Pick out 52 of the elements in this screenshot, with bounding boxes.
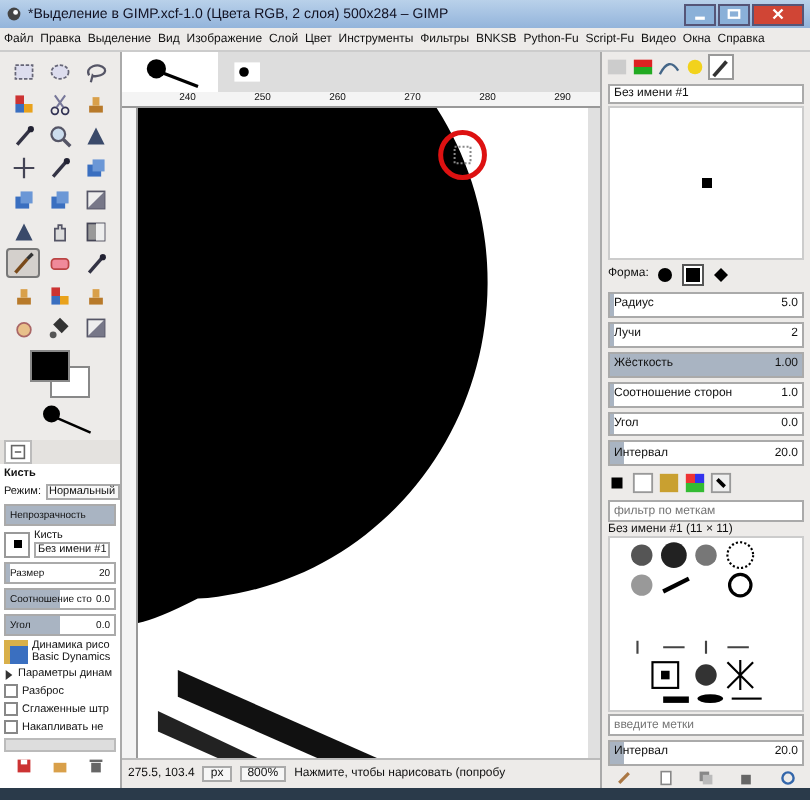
gradient-icon xyxy=(83,219,107,243)
scrollbar[interactable] xyxy=(588,108,600,758)
checkbox[interactable] xyxy=(4,720,18,734)
cross-icon xyxy=(11,155,35,179)
magnifier-icon xyxy=(47,123,71,147)
app-icon xyxy=(6,6,22,22)
checkbox[interactable] xyxy=(4,702,18,716)
edit-icon[interactable] xyxy=(616,769,633,786)
new-icon[interactable] xyxy=(657,769,674,786)
shape-button[interactable] xyxy=(682,263,705,286)
pipette-icon xyxy=(47,155,71,179)
color-swatches[interactable] xyxy=(30,350,90,398)
triangle-icon xyxy=(83,123,107,147)
diamond-icon xyxy=(714,267,729,282)
brush-tab-icon[interactable] xyxy=(606,472,628,495)
brush-button[interactable] xyxy=(4,531,30,557)
brush-icon[interactable] xyxy=(710,56,732,78)
square-icon xyxy=(686,267,701,282)
circle-icon xyxy=(658,267,673,282)
canvas-drawing[interactable] xyxy=(138,108,588,758)
pipette-icon xyxy=(11,123,35,147)
scissors-icon xyxy=(47,91,71,115)
save-icon[interactable] xyxy=(16,758,32,774)
tab[interactable] xyxy=(4,440,32,464)
close-button[interactable] xyxy=(752,3,804,25)
scrollbar[interactable] xyxy=(4,738,116,752)
bucket-icon xyxy=(47,315,71,339)
lasso-icon xyxy=(83,59,107,83)
pipette-icon xyxy=(83,251,107,275)
maximize-icon xyxy=(726,8,742,20)
duplicate-icon[interactable] xyxy=(697,769,714,786)
image-tab[interactable] xyxy=(122,52,218,92)
circle-icon xyxy=(47,59,71,83)
maximize-button[interactable] xyxy=(718,3,750,25)
palette-tab-icon[interactable] xyxy=(684,472,706,495)
stamp-icon xyxy=(83,283,107,307)
expander-arrow-icon[interactable] xyxy=(4,669,14,679)
blocks-icon xyxy=(11,91,35,115)
blocks-icon xyxy=(47,283,71,307)
minimize-button[interactable] xyxy=(684,3,716,25)
checkbox[interactable] xyxy=(4,684,18,698)
stamp-icon xyxy=(11,283,35,307)
shape-button[interactable] xyxy=(654,263,677,286)
triangle-icon xyxy=(11,219,35,243)
shape-button[interactable] xyxy=(710,263,733,286)
close-icon xyxy=(770,8,786,20)
brush-icon xyxy=(11,251,35,275)
channels-icon[interactable] xyxy=(632,56,654,78)
square-icon xyxy=(11,59,35,83)
tool-options-icon xyxy=(10,444,26,460)
stamp-icon xyxy=(83,91,107,115)
brush-grid-drawing[interactable] xyxy=(608,536,804,713)
